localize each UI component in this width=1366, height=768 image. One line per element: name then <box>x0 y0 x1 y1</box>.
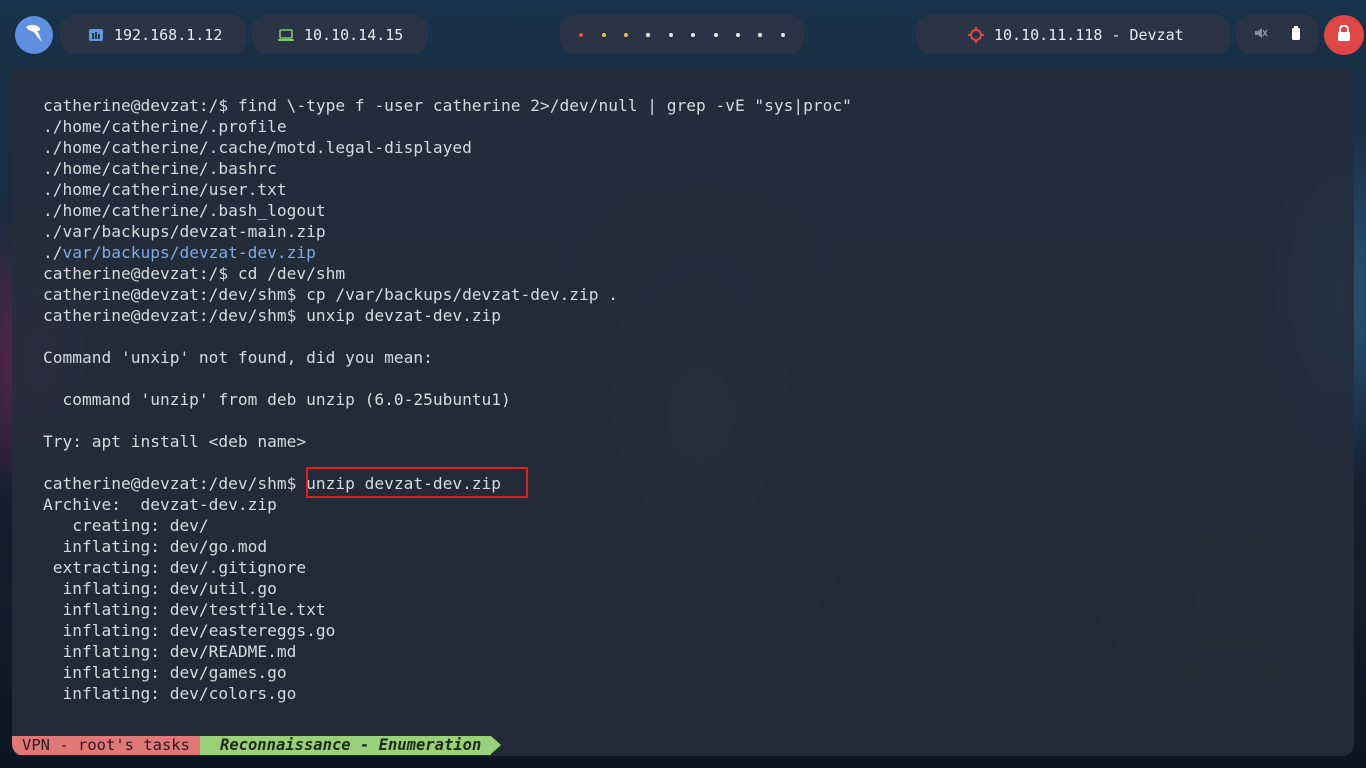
lock-button[interactable] <box>1324 15 1364 55</box>
terminal-line: catherine@devzat:/$ cd /dev/shm <box>43 264 346 283</box>
terminal-line: Command 'unxip' not found, did you mean: <box>43 348 433 367</box>
terminal-line: ./home/catherine/.cache/motd.legal-displ… <box>43 138 472 157</box>
top-panel: 192.168.1.12 10.10.14.15 10.10.11.118 - … <box>0 0 1366 68</box>
workspace-dot[interactable] <box>579 32 584 37</box>
terminal-line: inflating: dev/README.md <box>43 642 297 661</box>
workspace-dot[interactable] <box>713 32 718 37</box>
workspace-dot[interactable] <box>780 32 785 37</box>
volume-muted-icon[interactable] <box>1254 26 1268 44</box>
terminal-line: catherine@devzat:/$ find \-type f -user … <box>43 96 852 115</box>
menu-button[interactable] <box>15 16 53 54</box>
terminal-line: ./home/catherine/.bash_logout <box>43 201 326 220</box>
workspace-dot[interactable] <box>623 32 628 37</box>
terminal-line: ./home/catherine/user.txt <box>43 180 287 199</box>
terminal-line: inflating: dev/go.mod <box>43 537 268 556</box>
terminal-line: ./var/backups/devzat-dev.zip <box>43 242 852 263</box>
highlight-annotation <box>306 467 528 498</box>
target-widget[interactable]: 10.10.11.118 - Devzat <box>916 15 1230 54</box>
workspace-dot[interactable] <box>601 32 606 37</box>
workspace-indicator[interactable] <box>560 15 804 54</box>
vpn-ip-widget[interactable]: 10.10.14.15 <box>252 15 428 54</box>
target-text: 10.10.11.118 - Devzat <box>994 25 1184 44</box>
terminal-line: inflating: dev/eastereggs.go <box>43 621 336 640</box>
laptop-icon <box>278 28 294 41</box>
workspace-dot[interactable] <box>646 32 651 37</box>
system-tray <box>1236 15 1318 54</box>
battery-icon[interactable] <box>1291 25 1301 44</box>
terminal-line: ./var/backups/devzat-main.zip <box>43 222 326 241</box>
terminal-window[interactable]: catherine@devzat:/$ find \-type f -user … <box>12 67 1354 756</box>
terminal-line-highlight: var/backups/devzat-dev.zip <box>62 243 316 262</box>
terminal-line: inflating: dev/colors.go <box>43 684 297 703</box>
workspace-dot[interactable] <box>758 32 763 37</box>
terminal-line: catherine@devzat:/dev/shm$ unxip devzat-… <box>43 306 502 325</box>
terminal-line: inflating: dev/testfile.txt <box>43 600 326 619</box>
vpn-ip-text: 10.10.14.15 <box>304 25 404 44</box>
terminal-line: inflating: dev/util.go <box>43 579 277 598</box>
lock-icon <box>1337 24 1351 45</box>
tmux-status-bar: VPN - root's tasks Reconnaissance - Enum… <box>12 736 502 755</box>
terminal-line: catherine@devzat:/dev/shm$ cp /var/backu… <box>43 285 618 304</box>
terminal-line-prefix: ./ <box>43 243 63 262</box>
tmux-window-label[interactable]: Reconnaissance - Enumeration <box>199 736 502 755</box>
workspace-dot[interactable] <box>735 32 740 37</box>
local-ip-widget[interactable]: 192.168.1.12 <box>60 15 246 54</box>
terminal-line: Try: apt install <deb name> <box>43 432 307 451</box>
terminal-line: ./home/catherine/.bashrc <box>43 159 277 178</box>
terminal-line: command 'unzip' from deb unzip (6.0-25ub… <box>43 390 511 409</box>
terminal-line: inflating: dev/games.go <box>43 663 287 682</box>
terminal-line: ./home/catherine/.profile <box>43 117 287 136</box>
terminal-output: catherine@devzat:/$ find \-type f -user … <box>43 95 852 704</box>
workspace-dot[interactable] <box>691 32 696 37</box>
network-icon <box>88 28 104 42</box>
crosshair-icon <box>968 26 984 43</box>
terminal-line: extracting: dev/.gitignore <box>43 558 307 577</box>
terminal-line: creating: dev/ <box>43 516 209 535</box>
local-ip-text: 192.168.1.12 <box>114 25 223 44</box>
workspace-dot[interactable] <box>668 32 673 37</box>
tmux-session-label[interactable]: VPN - root's tasks <box>12 736 210 755</box>
kali-dragon-icon <box>22 21 46 49</box>
